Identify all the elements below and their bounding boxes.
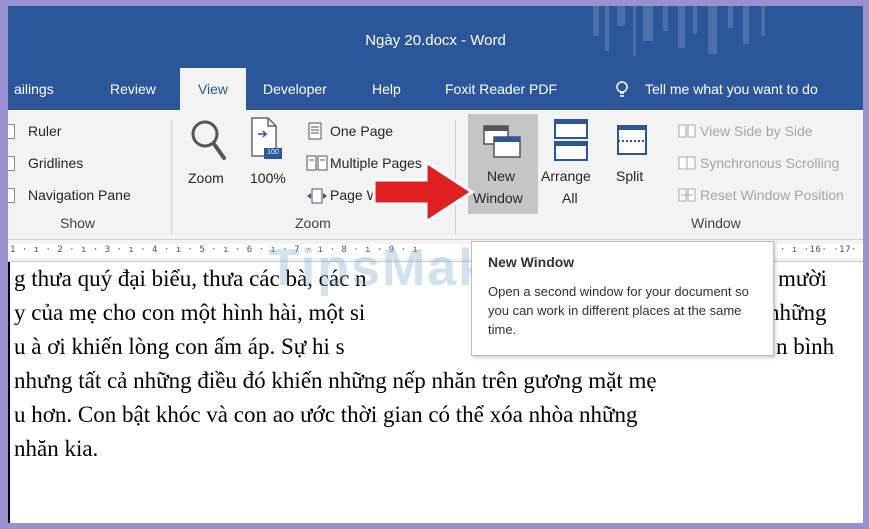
ruler-checkbox[interactable] — [8, 124, 15, 139]
zoom-100-label: 100% — [250, 170, 286, 186]
page-100-icon — [251, 117, 282, 159]
window-group-label: Window — [691, 215, 741, 231]
page-margin-line — [8, 262, 10, 523]
document-line-fragment: n bình — [776, 334, 835, 359]
tab-view[interactable]: View — [180, 68, 246, 110]
side-by-side-label: View Side by Side — [700, 123, 813, 139]
group-separator — [171, 120, 172, 235]
reset-position-label: Reset Window Position — [700, 187, 844, 203]
red-arrow-icon — [372, 159, 475, 225]
tab-mailings[interactable]: ailings — [14, 68, 54, 110]
tab-help[interactable]: Help — [372, 68, 401, 110]
lightbulb-icon[interactable] — [615, 81, 629, 99]
navigation-checkbox[interactable] — [8, 188, 15, 203]
navigation-label: Navigation Pane — [28, 187, 131, 203]
document-line: y của mẹ cho con một hình hài, một si — [14, 300, 366, 325]
tell-me-box[interactable]: Tell me what you want to do — [645, 68, 818, 110]
zoom-group-label: Zoom — [295, 215, 331, 231]
document-line: u à ơi khiến lòng con ấm áp. Sự hi s — [14, 334, 345, 359]
arrange-all-icon — [554, 119, 588, 161]
split-label: Split — [616, 168, 644, 184]
word-window: Ngày 20.docx - Word ailings Review View … — [0, 0, 869, 529]
one-page-icon — [308, 122, 322, 140]
document-line: nhăn kia. — [14, 436, 99, 461]
tooltip-title: New Window — [488, 254, 575, 270]
show-group-label: Show — [60, 215, 96, 231]
page-width-icon — [307, 188, 327, 204]
tooltip-body: Open a second window for your document s… — [488, 284, 749, 337]
gridlines-checkbox[interactable] — [8, 156, 15, 171]
tab-developer[interactable]: Developer — [263, 68, 327, 110]
arrange-all-label-1: Arrange — [541, 168, 591, 184]
new-window-label-1: New — [487, 168, 516, 184]
gridlines-label: Gridlines — [28, 155, 84, 171]
multiple-pages-icon — [306, 155, 328, 171]
reset-position-icon — [678, 188, 696, 202]
magnifier-icon — [191, 120, 226, 160]
side-by-side-icon — [678, 124, 696, 138]
one-page-label: One Page — [330, 123, 394, 139]
ruler-marks-right: · ı ·16· ·17· — [780, 245, 857, 255]
ruler-label: Ruler — [28, 123, 62, 139]
sync-scroll-icon — [678, 156, 696, 170]
new-window-icon — [483, 125, 521, 158]
document-line: u hơn. Con bật khóc và con ao ước thời g… — [14, 402, 638, 427]
document-line-fragment: mười — [778, 266, 827, 291]
split-icon — [617, 125, 647, 155]
title-bar: Ngày 20.docx - Word — [8, 6, 863, 68]
new-window-label-2: Window — [473, 190, 523, 206]
zoom-100-badge: 100 — [267, 149, 279, 156]
ribbon-tab-bar: ailings Review View Developer Help Foxit… — [8, 68, 863, 110]
sync-scroll-label: Synchronous Scrolling — [700, 155, 840, 171]
tab-foxit-reader-pdf[interactable]: Foxit Reader PDF — [445, 68, 557, 110]
arrange-all-label-2: All — [562, 190, 578, 206]
document-line-fragment: những — [768, 300, 827, 325]
window-title: Ngày 20.docx - Word — [365, 32, 506, 49]
tab-review[interactable]: Review — [110, 68, 156, 110]
new-window-tooltip: New Window Open a second window for your… — [471, 241, 774, 356]
document-line: nhưng tất cả những điều đó khiến những n… — [14, 368, 657, 393]
zoom-label: Zoom — [188, 170, 224, 186]
